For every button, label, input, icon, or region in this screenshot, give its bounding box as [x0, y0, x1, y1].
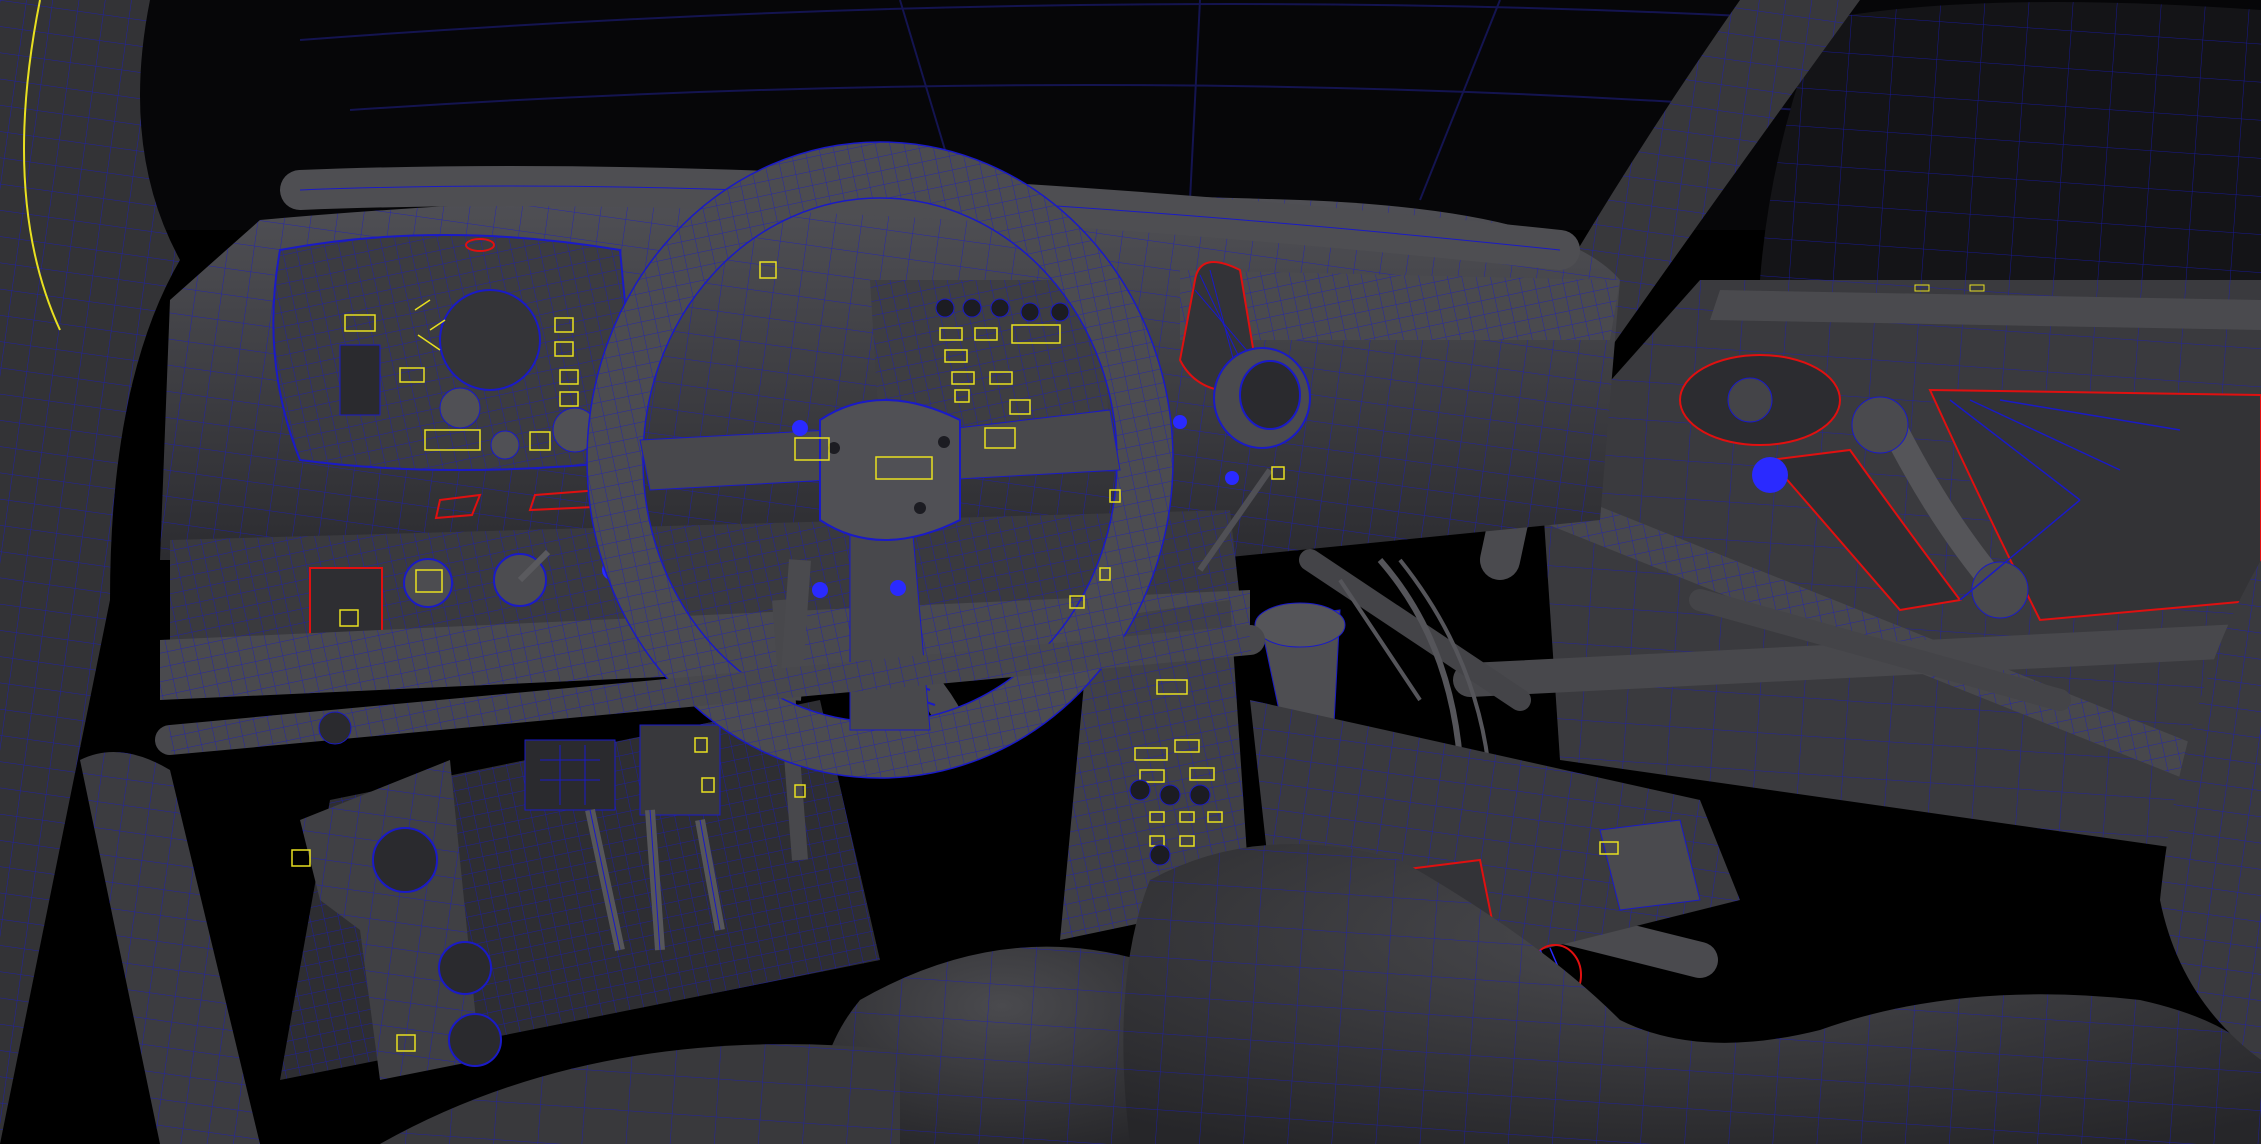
- door-panel: [1540, 280, 2261, 860]
- wireframe-scene: [0, 0, 2261, 1144]
- 3d-viewport[interactable]: [0, 0, 2261, 1144]
- side-window: [1760, 2, 2261, 280]
